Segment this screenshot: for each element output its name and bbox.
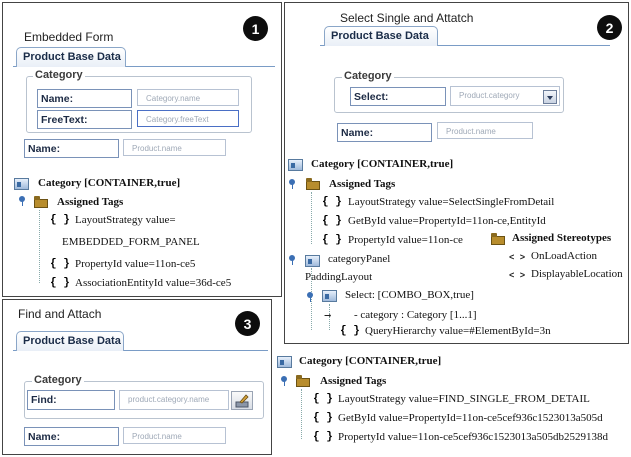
find-label: Find:	[27, 390, 115, 410]
container-icon	[277, 356, 292, 368]
tree-pin-icon[interactable]	[280, 376, 288, 386]
tag-folder-icon	[296, 375, 310, 387]
product-name-label: Name:	[24, 427, 119, 446]
category-group-label: Category	[33, 69, 85, 81]
tree-pin-icon[interactable]	[288, 179, 296, 189]
tree-root-node[interactable]: Category [CONTAINER,true]	[38, 177, 180, 189]
tree-guide-line	[311, 192, 312, 244]
braces-icon: { }	[322, 215, 342, 227]
tab-product-base-data[interactable]: Product Base Data	[16, 331, 124, 351]
association-end-node[interactable]: - category : Category [1...1]	[354, 309, 476, 321]
braces-icon: { }	[322, 234, 342, 246]
product-name-input[interactable]: Product.name	[123, 139, 226, 156]
picker-icon	[235, 394, 249, 408]
tagged-value-get-by-id[interactable]: GetById value=PropertyId=11on-ce5cef936c…	[338, 412, 603, 424]
freetext-label: FreeText:	[37, 110, 132, 129]
tagged-value-property-id[interactable]: PropertyId value=11on-ce5	[75, 258, 195, 270]
container-icon	[14, 178, 29, 190]
tagged-value-property-id[interactable]: PropertyId value=11on-ce	[348, 234, 463, 246]
panel-3-number-badge: 3	[235, 311, 260, 336]
tree-root-node[interactable]: Category [CONTAINER,true]	[311, 158, 453, 170]
tagged-value-query-hierarchy[interactable]: QueryHierarchy value=#ElementById=3n	[365, 325, 551, 337]
braces-icon: { }	[313, 393, 333, 405]
padding-layout-node: PaddingLayout	[305, 271, 373, 283]
stereotype-on-load-action[interactable]: OnLoadAction	[531, 250, 597, 262]
category-group-label: Category	[32, 374, 84, 386]
category-freetext-input[interactable]: Category.freeText	[137, 110, 239, 127]
product-name-input[interactable]: Product.name	[123, 427, 226, 444]
panel-2-title: Select Single and Attatch	[340, 11, 474, 25]
tree-guide-line	[301, 389, 302, 439]
product-name-label: Name:	[337, 123, 432, 142]
picker-button[interactable]	[231, 391, 253, 410]
tree-pin-icon[interactable]	[306, 292, 314, 302]
panel-2-number-badge: 2	[597, 15, 622, 40]
product-name-label: Name:	[24, 139, 119, 158]
product-name-input[interactable]: Product.name	[437, 122, 533, 139]
panel-1-title: Embedded Form	[24, 30, 114, 44]
braces-icon: { }	[322, 196, 342, 208]
braces-icon: { }	[50, 214, 70, 226]
tagged-value-layout-strategy[interactable]: LayoutStrategy value=	[75, 214, 176, 226]
container-icon	[288, 159, 303, 171]
category-group-label: Category	[342, 70, 394, 82]
combo-box-icon	[322, 290, 337, 302]
stereotype-displayable-location[interactable]: DisplayableLocation	[531, 268, 623, 280]
assigned-stereotypes-node[interactable]: Assigned Stereotypes	[512, 232, 611, 244]
tagged-value-get-by-id[interactable]: GetById value=PropertyId=11on-ce,EntityI…	[348, 215, 546, 227]
tree-root-node[interactable]: Category [CONTAINER,true]	[299, 355, 441, 367]
braces-icon: { }	[50, 277, 70, 289]
tree-pin-icon[interactable]	[288, 255, 296, 265]
tag-folder-icon	[34, 196, 48, 208]
select-combo-node[interactable]: Select: [COMBO_BOX,true]	[345, 289, 474, 301]
tagged-value-property-id[interactable]: PropertyId value=11on-ce5cef936c1523013a…	[338, 431, 608, 443]
name-label: Name:	[37, 89, 132, 108]
braces-icon: { }	[313, 412, 333, 424]
chevron-down-icon[interactable]	[543, 90, 557, 104]
category-find-input[interactable]: product.category.name	[119, 390, 229, 410]
tab-product-base-data[interactable]: Product Base Data	[324, 26, 438, 46]
tree-pin-icon[interactable]	[18, 196, 26, 206]
tree-guide-line	[39, 210, 40, 283]
tag-folder-icon	[306, 178, 320, 190]
braces-icon: { }	[50, 258, 70, 270]
category-name-input[interactable]: Category.name	[137, 89, 239, 106]
assigned-tags-node[interactable]: Assigned Tags	[329, 178, 395, 190]
tagged-value-layout-strategy-cont: EMBEDDED_FORM_PANEL	[62, 236, 200, 248]
tagged-value-association-entity-id[interactable]: AssociationEntityId value=36d-ce5	[75, 277, 231, 289]
tagged-value-layout-strategy[interactable]: LayoutStrategy value=FIND_SINGLE_FROM_DE…	[338, 393, 590, 405]
braces-icon: { }	[340, 325, 360, 337]
arrow-right-icon: ⟶	[325, 311, 331, 321]
tag-folder-icon	[491, 233, 505, 245]
panel-icon	[305, 255, 320, 267]
assigned-tags-node[interactable]: Assigned Tags	[320, 375, 386, 387]
select-label: Select:	[350, 87, 446, 106]
braces-icon: { }	[313, 431, 333, 443]
tagged-value-layout-strategy[interactable]: LayoutStrategy value=SelectSingleFromDet…	[348, 196, 554, 208]
angle-brackets-icon: < >	[509, 253, 526, 263]
panel-1-number-badge: 1	[243, 16, 268, 41]
category-panel-node[interactable]: categoryPanel	[328, 253, 390, 265]
panel-3-title: Find and Attach	[18, 307, 102, 321]
angle-brackets-icon: < >	[509, 271, 526, 281]
assigned-tags-node[interactable]: Assigned Tags	[57, 196, 123, 208]
tab-product-base-data[interactable]: Product Base Data	[16, 47, 126, 67]
